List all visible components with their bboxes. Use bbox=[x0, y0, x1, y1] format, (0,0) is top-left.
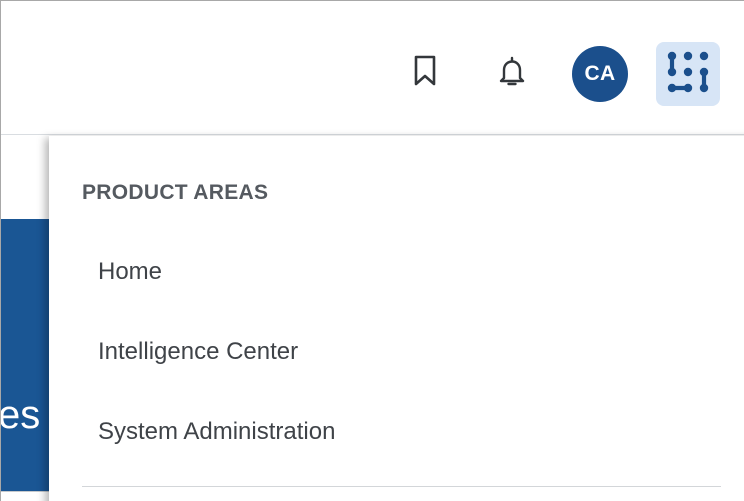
background-banner: es bbox=[1, 219, 49, 491]
product-areas-menu: PRODUCT AREAS Home Intelligence Center S… bbox=[49, 136, 744, 501]
top-header: CA bbox=[1, 1, 744, 135]
apps-menu-button[interactable] bbox=[656, 42, 720, 106]
avatar-initials: CA bbox=[584, 62, 616, 85]
background-banner-text: es bbox=[1, 393, 41, 437]
menu-divider bbox=[82, 486, 721, 487]
menu-item-home[interactable]: Home bbox=[98, 260, 162, 284]
bookmark-button[interactable] bbox=[403, 51, 447, 95]
menu-item-intelligence-center[interactable]: Intelligence Center bbox=[98, 340, 298, 364]
bell-icon bbox=[498, 55, 526, 92]
user-avatar[interactable]: CA bbox=[572, 46, 628, 102]
bookmark-icon bbox=[412, 55, 438, 92]
background-page bbox=[1, 136, 49, 219]
apps-grid-icon bbox=[664, 48, 712, 101]
menu-item-system-administration[interactable]: System Administration bbox=[98, 420, 335, 444]
product-areas-heading: PRODUCT AREAS bbox=[82, 181, 269, 204]
app-window: CA es PRODUCT AREAS Home Intelligence Ce… bbox=[0, 0, 744, 501]
notifications-button[interactable] bbox=[490, 51, 534, 95]
background-page-footer bbox=[1, 491, 49, 501]
